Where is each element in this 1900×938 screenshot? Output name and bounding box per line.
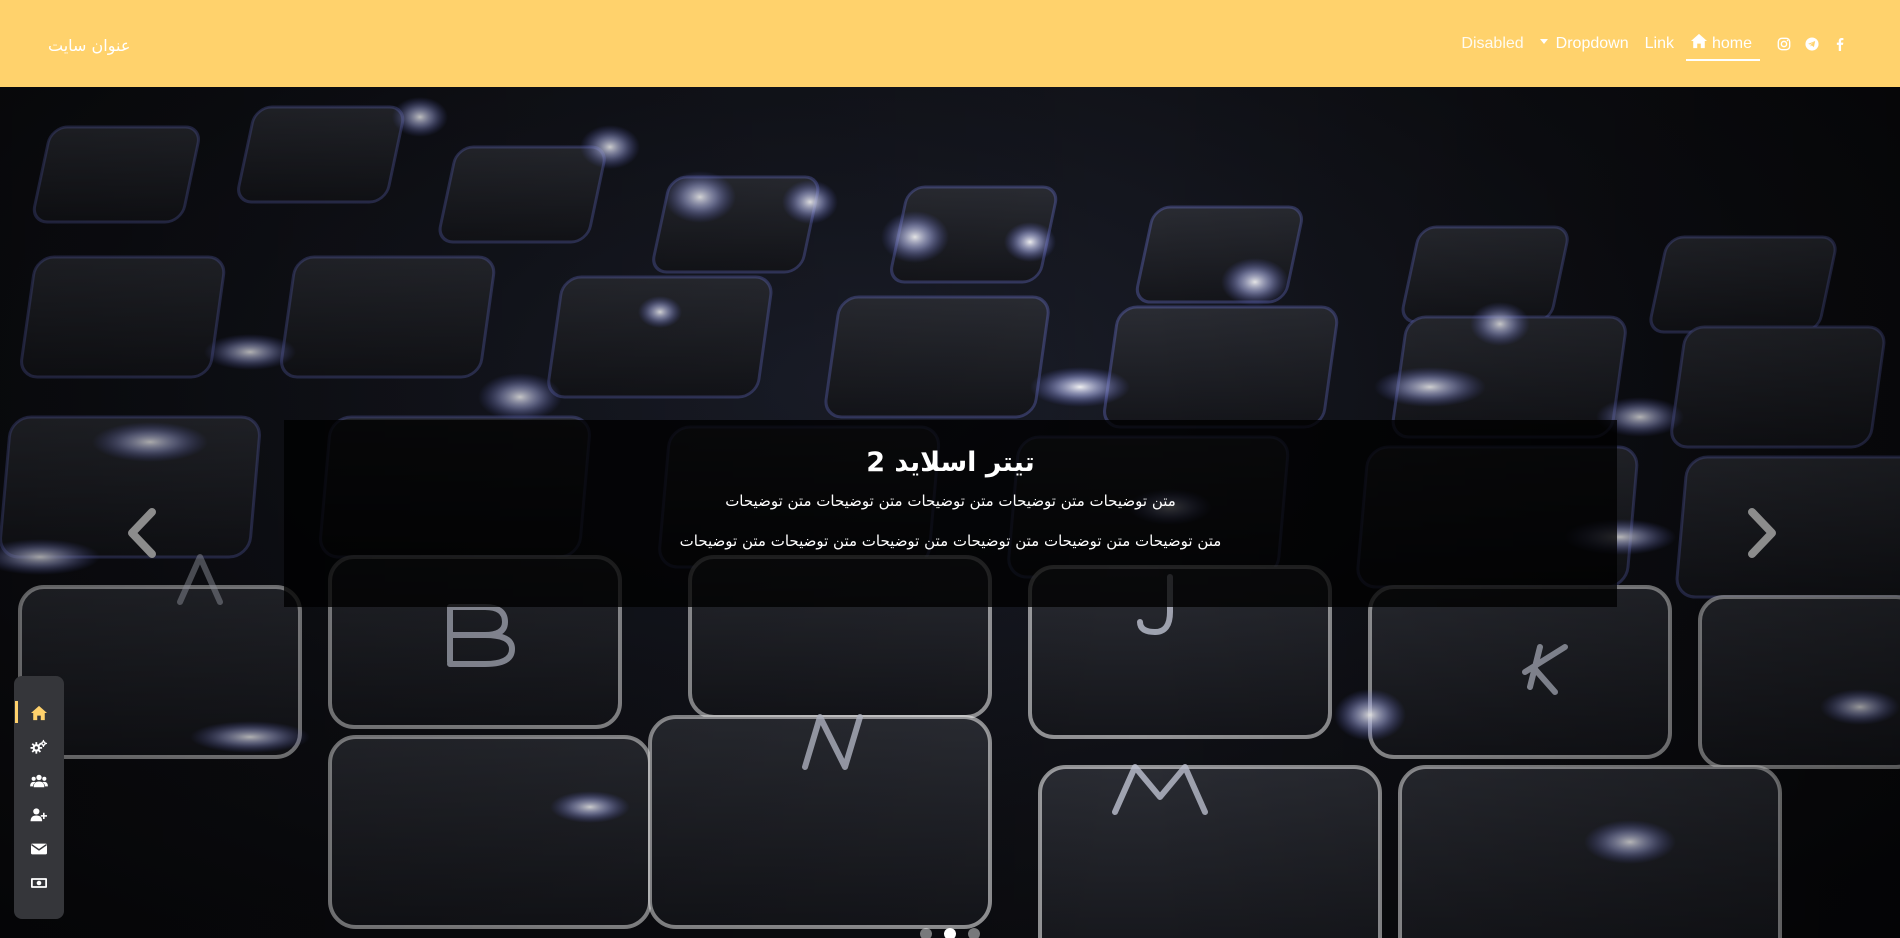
- slide-caption: تیتر اسلاید 2 متن توضیحات متن توضیحات مت…: [284, 420, 1617, 607]
- nav-home[interactable]: home: [1685, 0, 1761, 87]
- top-navbar: عنوان سایت Disabled Dropdown Link home: [0, 0, 1900, 87]
- home-icon: [1690, 33, 1707, 48]
- site-brand[interactable]: عنوان سایت: [48, 36, 130, 55]
- mail-icon: [31, 843, 47, 855]
- carousel-indicator-3[interactable]: [968, 928, 980, 938]
- nav-home-label: home: [1711, 34, 1752, 52]
- facebook-icon[interactable]: [1833, 37, 1847, 51]
- dock-users[interactable]: [14, 764, 64, 798]
- dock-add-user[interactable]: [14, 798, 64, 832]
- nav-dropdown[interactable]: Dropdown: [1539, 0, 1629, 87]
- dock-mail[interactable]: [14, 832, 64, 866]
- users-icon: [30, 774, 48, 788]
- nav-disabled: Disabled: [1461, 34, 1524, 52]
- settings-icon: [30, 739, 47, 754]
- caret-down-icon: [1539, 38, 1548, 44]
- social-links: [1770, 36, 1854, 51]
- money-icon: [31, 878, 47, 888]
- slide-description-line-2: متن توضیحات متن توضیحات متن توضیحات متن …: [679, 532, 1222, 550]
- slide-title: تیتر اسلاید 2: [866, 447, 1035, 478]
- main-nav: Disabled Dropdown Link home: [1453, 0, 1854, 87]
- slide-description-line-1: متن توضیحات متن توضیحات متن توضیحات متن …: [725, 492, 1176, 510]
- telegram-icon[interactable]: [1805, 36, 1819, 51]
- carousel-prev-button[interactable]: [124, 506, 164, 560]
- nav-dropdown-label: Dropdown: [1555, 34, 1629, 52]
- carousel-indicator-1[interactable]: [920, 928, 932, 938]
- hero-carousel: تیتر اسلاید 2 متن توضیحات متن توضیحات مت…: [0, 87, 1900, 938]
- home-icon: [31, 705, 47, 721]
- dock-settings[interactable]: [14, 730, 64, 764]
- dock-money[interactable]: [14, 866, 64, 900]
- instagram-icon[interactable]: [1777, 37, 1791, 51]
- carousel-next-button[interactable]: [1740, 506, 1780, 560]
- carousel-indicators: [0, 925, 1900, 938]
- chevron-left-icon: [128, 508, 156, 558]
- carousel-indicator-2[interactable]: [944, 928, 956, 938]
- add-user-icon: [30, 808, 47, 822]
- chevron-right-icon: [1748, 508, 1776, 558]
- dock-home[interactable]: [14, 696, 64, 730]
- side-dock: [14, 676, 64, 919]
- nav-link[interactable]: Link: [1645, 0, 1674, 87]
